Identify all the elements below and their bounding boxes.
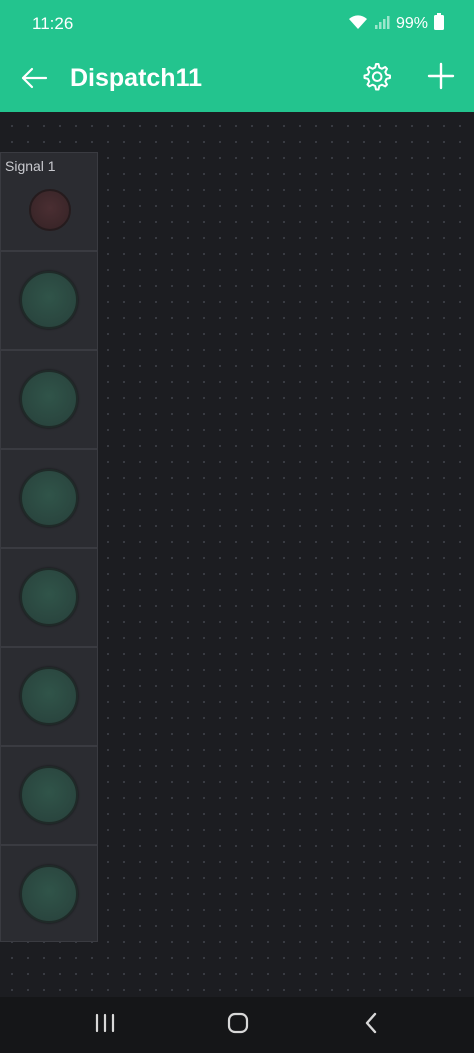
wifi-icon [348, 14, 368, 35]
system-back-button[interactable] [351, 1005, 391, 1045]
led-indicator [20, 568, 78, 626]
back-icon [363, 1012, 379, 1039]
signal-icon [374, 14, 390, 35]
dashboard-canvas[interactable]: Signal 1 [0, 112, 474, 997]
recents-button[interactable] [85, 1005, 125, 1045]
led-widget[interactable] [0, 746, 98, 845]
recents-icon [94, 1013, 116, 1038]
led-widget[interactable] [0, 845, 98, 942]
led-indicator [20, 469, 78, 527]
led-widget[interactable] [0, 548, 98, 647]
led-indicator [20, 667, 78, 725]
page-title: Dispatch11 [70, 64, 203, 92]
status-bar: 11:26 99% [0, 0, 474, 52]
led-widget[interactable]: Signal 1 [0, 152, 98, 251]
status-time: 11:26 [32, 14, 74, 33]
led-indicator [20, 271, 78, 329]
home-button[interactable] [218, 1005, 258, 1045]
led-widget[interactable] [0, 647, 98, 746]
led-indicator [29, 189, 71, 231]
led-widget[interactable] [0, 251, 98, 350]
settings-button[interactable] [356, 58, 396, 98]
back-button[interactable] [14, 60, 54, 100]
back-arrow-icon [20, 67, 48, 94]
status-icons: 99% [348, 13, 444, 35]
led-indicator [20, 766, 78, 824]
home-icon [226, 1011, 250, 1040]
battery-percent: 99% [395, 15, 428, 32]
system-nav-bar [0, 997, 474, 1053]
led-widget[interactable] [0, 350, 98, 449]
battery-icon [434, 13, 444, 35]
app-bar: Dispatch11 [0, 52, 474, 112]
gear-icon [361, 61, 391, 96]
led-indicator [20, 865, 78, 923]
widget-label: Signal 1 [5, 158, 56, 174]
led-widget[interactable] [0, 449, 98, 548]
led-indicator [20, 370, 78, 428]
add-widget-button[interactable] [421, 58, 461, 98]
plus-icon [427, 62, 455, 95]
